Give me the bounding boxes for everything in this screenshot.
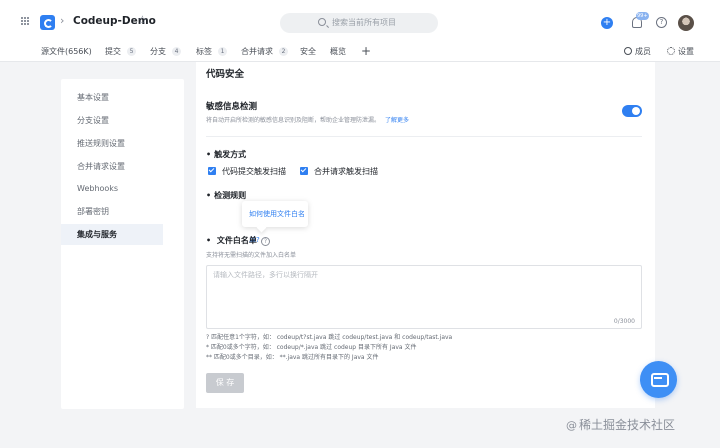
tab-security[interactable]: 安全 — [300, 46, 316, 57]
tab-tags[interactable]: 标签 1 — [196, 46, 227, 57]
star-icon[interactable]: ☆ — [137, 13, 148, 27]
whitelist-help-tooltip[interactable]: 如何使用文件白名单? — [242, 201, 308, 244]
hint-line: * 匹配0或多个字符，如： codeup/*.java 跳过 codeup 目录… — [206, 344, 417, 351]
sidebar-item-push-rules[interactable]: 推送规则设置 — [61, 133, 163, 154]
detect-rules-label: 检测规则 — [206, 190, 246, 201]
page-title: 代码安全 — [206, 69, 245, 80]
help-circle-icon[interactable]: ? — [260, 237, 270, 246]
chat-support-button[interactable] — [640, 361, 677, 398]
top-bar: › Codeup-Demo ☆ 搜索当前所有项目 + 99+ ? — [0, 0, 720, 44]
search-placeholder: 搜索当前所有项目 — [332, 18, 396, 27]
search-input[interactable]: 搜索当前所有项目 — [280, 13, 438, 33]
chevron-right-icon: › — [60, 14, 65, 27]
sidebar-item-merge-request[interactable]: 合并请求设置 — [61, 156, 163, 177]
settings-sidebar: 基本设置 分支设置 推送规则设置 合并请求设置 Webhooks 部署密钥 集成… — [61, 79, 184, 409]
add-tab-icon[interactable]: + — [361, 44, 371, 58]
members-button[interactable]: 成员 — [624, 46, 651, 57]
tab-source[interactable]: 源文件(656K) — [41, 46, 92, 57]
commit-scan-checkbox[interactable]: 代码提交触发扫描 — [208, 166, 286, 177]
sensitive-detection-toggle[interactable] — [622, 105, 642, 117]
help-icon[interactable]: ? — [656, 17, 667, 28]
tab-commits[interactable]: 提交 5 — [105, 46, 136, 57]
checkbox-checked-icon — [208, 167, 216, 175]
tab-branches[interactable]: 分支 4 — [150, 46, 181, 57]
sensitive-detection-title: 敏感信息检测 — [206, 102, 258, 112]
whitelist-desc: 支持将无需扫描的文件加入白名单 — [206, 252, 297, 259]
tab-count: 4 — [172, 47, 181, 56]
tab-overview[interactable]: 概览 — [330, 46, 346, 57]
create-button[interactable]: + — [601, 17, 613, 29]
settings-button[interactable]: 设置 — [667, 46, 694, 57]
hint-line: ? 匹配任意1个字符，如： codeup/t?st.java 跳过 codeup… — [206, 334, 453, 341]
codeup-logo-icon[interactable] — [40, 15, 55, 30]
user-icon — [624, 47, 632, 55]
textarea-placeholder: 请输入文件路径，多行以换行隔开 — [213, 271, 318, 279]
avatar[interactable] — [678, 15, 694, 31]
notification-badge: 99+ — [636, 12, 649, 20]
search-icon — [318, 18, 326, 26]
whitelist-textarea[interactable]: 请输入文件路径，多行以换行隔开 0/3000 — [206, 265, 642, 329]
sensitive-detection-desc: 将自动开启所检测的敏感信息识别及阻断，帮助企业管理防泄漏。 了解更多 — [206, 117, 410, 124]
learn-more-link[interactable]: 了解更多 — [385, 117, 409, 124]
code-security-panel: 代码安全 敏感信息检测 将自动开启所检测的敏感信息识别及阻断，帮助企业管理防泄漏… — [196, 62, 655, 408]
checkbox-checked-icon — [300, 167, 308, 175]
sidebar-item-deploy-keys[interactable]: 部署密钥 — [61, 201, 163, 222]
tab-count: 5 — [127, 47, 136, 56]
apps-grid-icon[interactable] — [21, 17, 30, 26]
hint-line: ** 匹配0或多个目录，如： **.java 跳过所有目录下的 Java 文件 — [206, 354, 379, 361]
repo-tab-bar: 源文件(656K) 提交 5 分支 4 标签 1 合并请求 2 安全 概览 + 成员 设… — [0, 44, 720, 62]
divider — [206, 136, 642, 137]
save-button[interactable]: 保 存 — [206, 373, 244, 393]
tab-merge-requests[interactable]: 合并请求 2 — [241, 46, 288, 57]
tab-count: 1 — [218, 47, 227, 56]
char-count: 0/3000 — [613, 318, 635, 325]
tab-count: 2 — [279, 47, 288, 56]
sidebar-item-branch[interactable]: 分支设置 — [61, 110, 163, 131]
watermark: @ 稀土掘金技术社区 — [566, 418, 676, 432]
sidebar-item-integrations[interactable]: 集成与服务 — [61, 224, 163, 245]
whitelist-label: 文件白名单? — [206, 235, 270, 246]
gear-icon — [667, 47, 675, 55]
trigger-label: 触发方式 — [206, 149, 246, 160]
sidebar-item-basic[interactable]: 基本设置 — [61, 87, 163, 108]
sidebar-item-webhooks[interactable]: Webhooks — [61, 178, 163, 199]
merge-request-scan-checkbox[interactable]: 合并请求触发扫描 — [300, 166, 378, 177]
